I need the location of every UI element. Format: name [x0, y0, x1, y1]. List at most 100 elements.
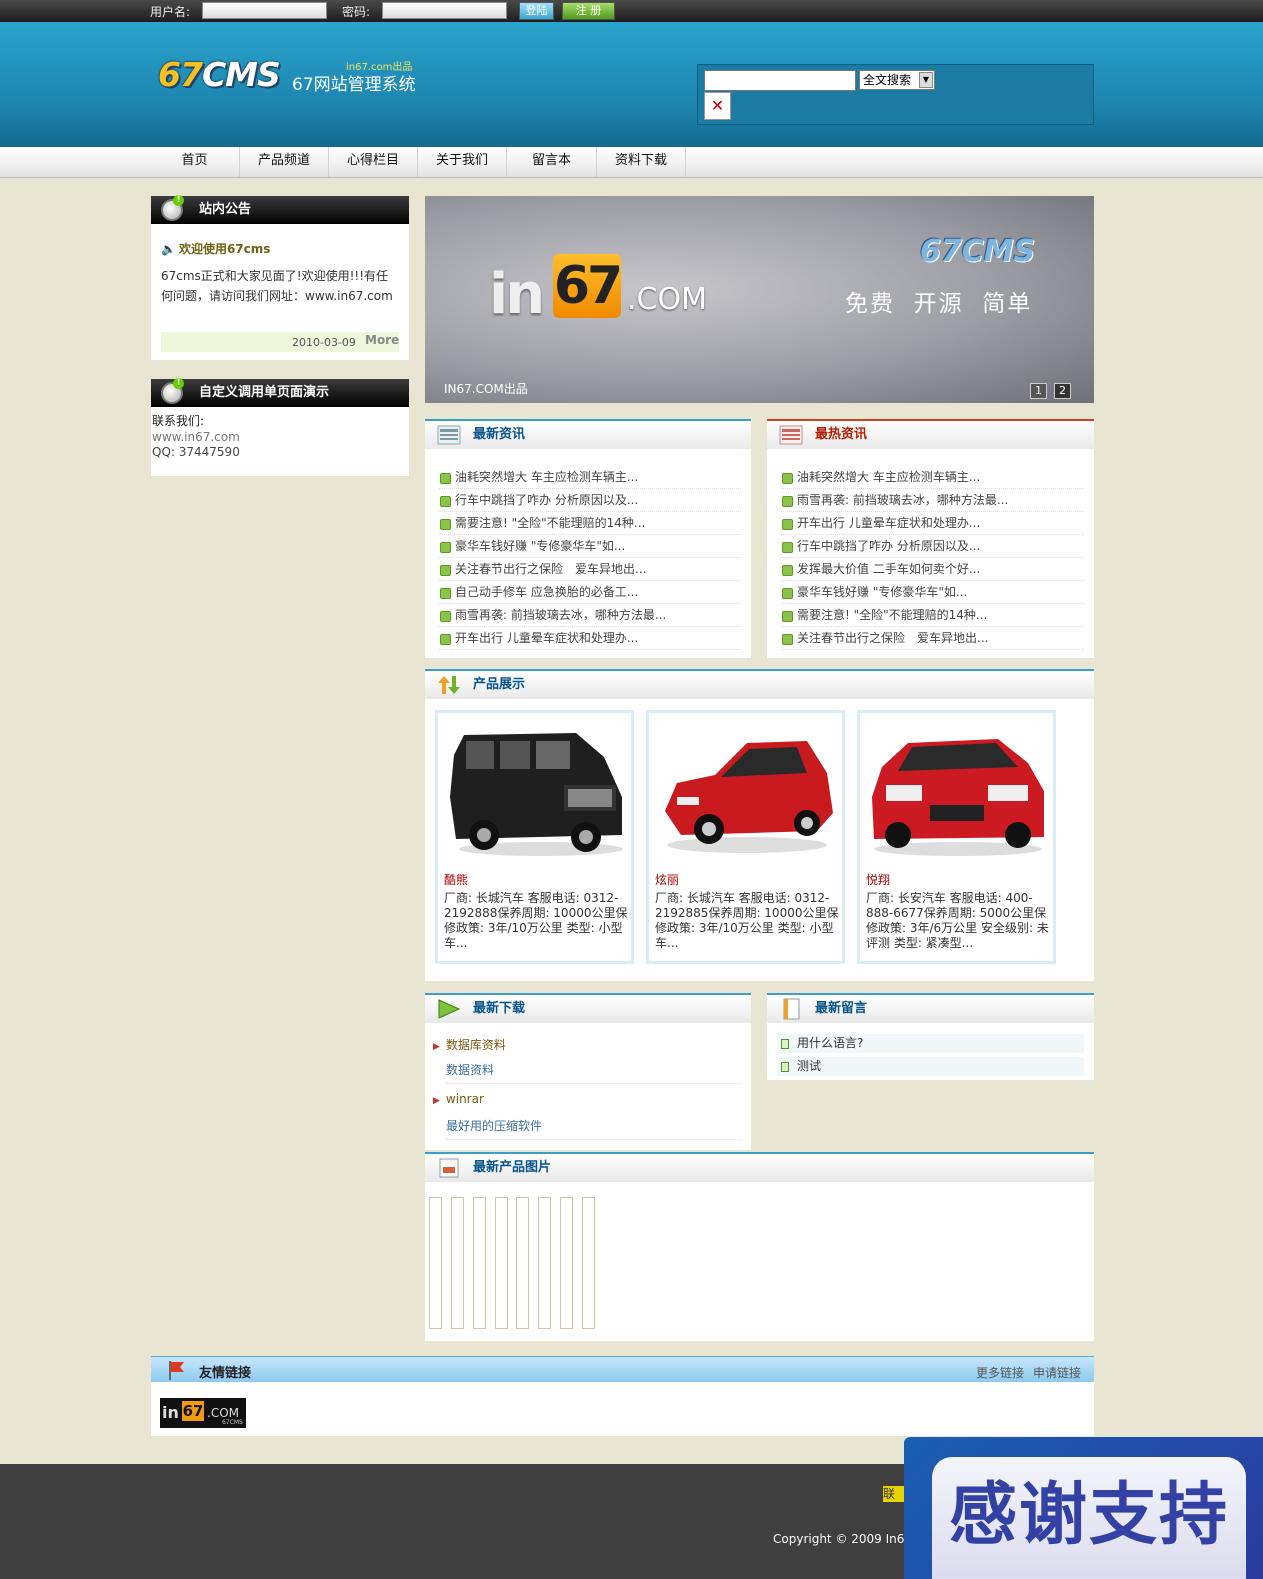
apply-link[interactable]: 申请链接 [1033, 1364, 1081, 1381]
product-desc: 厂商: 长城汽车 客服电话: 0312-2192888保养周期: 10000公里… [444, 891, 628, 950]
thumbnail[interactable] [451, 1197, 464, 1329]
friend-link-logo[interactable]: in 67 .COM 67CMS [160, 1398, 246, 1428]
product-images-title: 最新产品图片 [425, 1152, 1094, 1182]
message-item[interactable]: 用什么语言? [777, 1034, 1084, 1053]
nav-item-about[interactable]: 关于我们 [418, 147, 507, 177]
password-label: 密码: [342, 5, 371, 19]
register-button[interactable]: 注 册 [562, 2, 615, 20]
banner-page-1[interactable]: 1 [1030, 383, 1047, 399]
triangle-right-icon: ▶ [433, 1096, 440, 1106]
newspaper-icon [437, 425, 461, 445]
product-card[interactable]: 炫丽 厂商: 长城汽车 客服电话: 0312-2192885保养周期: 1000… [646, 710, 845, 964]
product-card[interactable]: 酷熊 厂商: 长城汽车 客服电话: 0312-2192888保养周期: 1000… [435, 710, 634, 964]
thumbnail[interactable] [473, 1197, 486, 1329]
site-logo[interactable]: 67CMS [158, 55, 281, 94]
custom-contact-label: 联系我们: [152, 414, 205, 428]
close-icon[interactable]: ✕ [704, 92, 731, 120]
nav-item-products[interactable]: 产品频道 [240, 147, 329, 177]
product-card[interactable]: 悦翔 厂商: 长安汽车 客服电话: 400-888-6677保养周期: 5000… [857, 710, 1056, 964]
password-input[interactable] [382, 2, 507, 19]
custom-title: 自定义调用单页面演示 [151, 378, 409, 407]
links-panel: 友情链接 更多链接 申请链接 in 67 .COM 67CMS [151, 1356, 1094, 1436]
list-item[interactable]: 豪华车钱好赚 "专修豪华车"如... [439, 535, 741, 558]
site-name: 67网站管理系统 [292, 75, 416, 95]
banner-brand-67: 67 [553, 254, 623, 318]
list-item[interactable]: 自己动手修车 应急换胎的必备工... [439, 581, 741, 604]
thumbnail[interactable] [560, 1197, 573, 1329]
messages-title: 最新留言 [767, 993, 1094, 1023]
nav-item-home[interactable]: 首页 [150, 147, 240, 177]
flag-icon [169, 1361, 184, 1380]
list-item[interactable]: 关注春节出行之保险 爱车异地出... [781, 627, 1084, 650]
downloads-title: 最新下载 [425, 993, 751, 1023]
products-title: 产品展示 [425, 669, 1094, 699]
nav-item-downloads[interactable]: 资料下载 [597, 147, 686, 177]
username-label: 用户名: [150, 5, 191, 19]
chevron-down-icon: ▼ [919, 72, 933, 88]
notice-headline[interactable]: 🔈 欢迎使用67cms [161, 240, 270, 257]
more-links[interactable]: 更多链接 [976, 1364, 1024, 1381]
hot-news-panel: 最热资讯 油耗突然增大 车主应检测车辆主... 雨雪再袭: 前挡玻璃去冰，哪种方… [767, 419, 1094, 658]
download-desc: 数据资料 [446, 1061, 742, 1084]
nav-item-experience[interactable]: 心得栏目 [329, 147, 418, 177]
notice-title: 站内公告 [151, 195, 409, 224]
product-name[interactable]: 酷熊 [444, 871, 468, 888]
username-input[interactable] [202, 2, 327, 19]
banner-title: 67CMS [920, 234, 1036, 269]
list-item[interactable]: 需要注意! "全险"不能理赔的14种... [439, 512, 741, 535]
thumbnail[interactable] [429, 1197, 442, 1329]
thumbnail[interactable] [582, 1197, 595, 1329]
play-arrow-icon [438, 999, 461, 1019]
newspaper-icon [779, 425, 803, 445]
download-item[interactable]: ▶ 数据库资料 [433, 1036, 506, 1053]
custom-website[interactable]: www.in67.com [152, 430, 240, 445]
list-item[interactable]: 行车中跳挡了咋办 分析原因以及... [439, 489, 741, 512]
list-item[interactable]: 发挥最大价值 二手车如何卖个好... [781, 558, 1084, 581]
triangle-right-icon: ▶ [433, 1042, 440, 1052]
login-bar: 用户名: 密码: 登陆 注 册 [0, 0, 1263, 22]
banner-brand-in: in [489, 262, 545, 327]
nav-item-guestbook[interactable]: 留言本 [507, 147, 597, 177]
message-item[interactable]: 测试 [777, 1057, 1084, 1076]
links-title: 友情链接 [199, 1366, 252, 1381]
list-item[interactable]: 关注春节出行之保险 爱车异地出... [439, 558, 741, 581]
thumbnail[interactable] [538, 1197, 551, 1329]
list-item[interactable]: 行车中跳挡了咋办 分析原因以及... [781, 535, 1084, 558]
list-item[interactable]: 雨雪再袭: 前挡玻璃去冰，哪种方法最... [439, 604, 741, 627]
list-item[interactable]: 需要注意! "全险"不能理赔的14种... [781, 604, 1084, 627]
notice-body: 67cms正式和大家见面了!欢迎使用!!!有任何问题，请访问我们网址：www.i… [161, 269, 393, 303]
notice-panel: 站内公告 🔈欢迎使用67cms 67cms正式和大家见面了!欢迎使用!!!有任何… [151, 195, 409, 360]
login-button[interactable]: 登陆 [519, 2, 554, 20]
list-item[interactable]: 豪华车钱好赚 "专修豪华车"如... [781, 581, 1084, 604]
banner-brand-com: .COM [627, 282, 707, 317]
picture-icon [439, 1158, 459, 1178]
product-name[interactable]: 悦翔 [866, 871, 890, 888]
hot-news-list: 油耗突然增大 车主应检测车辆主... 雨雪再袭: 前挡玻璃去冰，哪种方法最...… [781, 466, 1084, 650]
banner-page-2[interactable]: 2 [1054, 383, 1071, 399]
product-name[interactable]: 炫丽 [655, 871, 679, 888]
list-item[interactable]: 开车出行 儿童晕车症状和处理办... [439, 627, 741, 650]
links-header: 友情链接 更多链接 申请链接 [151, 1356, 1094, 1382]
hot-news-title: 最热资讯 [767, 419, 1094, 449]
thumbnail[interactable] [516, 1197, 529, 1329]
list-item[interactable]: 油耗突然增大 车主应检测车辆主... [781, 466, 1084, 489]
banner[interactable]: in 67 .COM 67CMS 免费 开源 简单 IN67.COM出品 1 2 [425, 196, 1094, 403]
latest-news-panel: 最新资讯 油耗突然增大 车主应检测车辆主... 行车中跳挡了咋办 分析原因以及.… [425, 419, 751, 658]
more-link[interactable]: More [365, 333, 399, 347]
search-input[interactable] [704, 70, 856, 91]
product-image [665, 741, 833, 853]
note-icon [781, 1062, 789, 1072]
copyright-text: Copyright © 2009 In6 [773, 1532, 905, 1546]
messages-panel: 最新留言 用什么语言? 测试 [767, 993, 1094, 1080]
thanks-text: 感谢支持 [932, 1457, 1246, 1579]
list-item[interactable]: 开车出行 儿童晕车症状和处理办... [781, 512, 1084, 535]
thumbnail[interactable] [495, 1197, 508, 1329]
clock-icon [161, 195, 184, 221]
list-item[interactable]: 油耗突然增大 车主应检测车辆主... [439, 466, 741, 489]
list-item[interactable]: 雨雪再袭: 前挡玻璃去冰，哪种方法最... [781, 489, 1084, 512]
clock-icon [161, 378, 184, 404]
download-item[interactable]: ▶ winrar [433, 1092, 484, 1106]
custom-panel: 自定义调用单页面演示 联系我们: www.in67.com QQ: 374475… [151, 378, 409, 476]
search-type-select[interactable]: 全文搜索 ▼ [859, 70, 935, 90]
footer-contact-link[interactable]: 联系 [883, 1486, 905, 1502]
